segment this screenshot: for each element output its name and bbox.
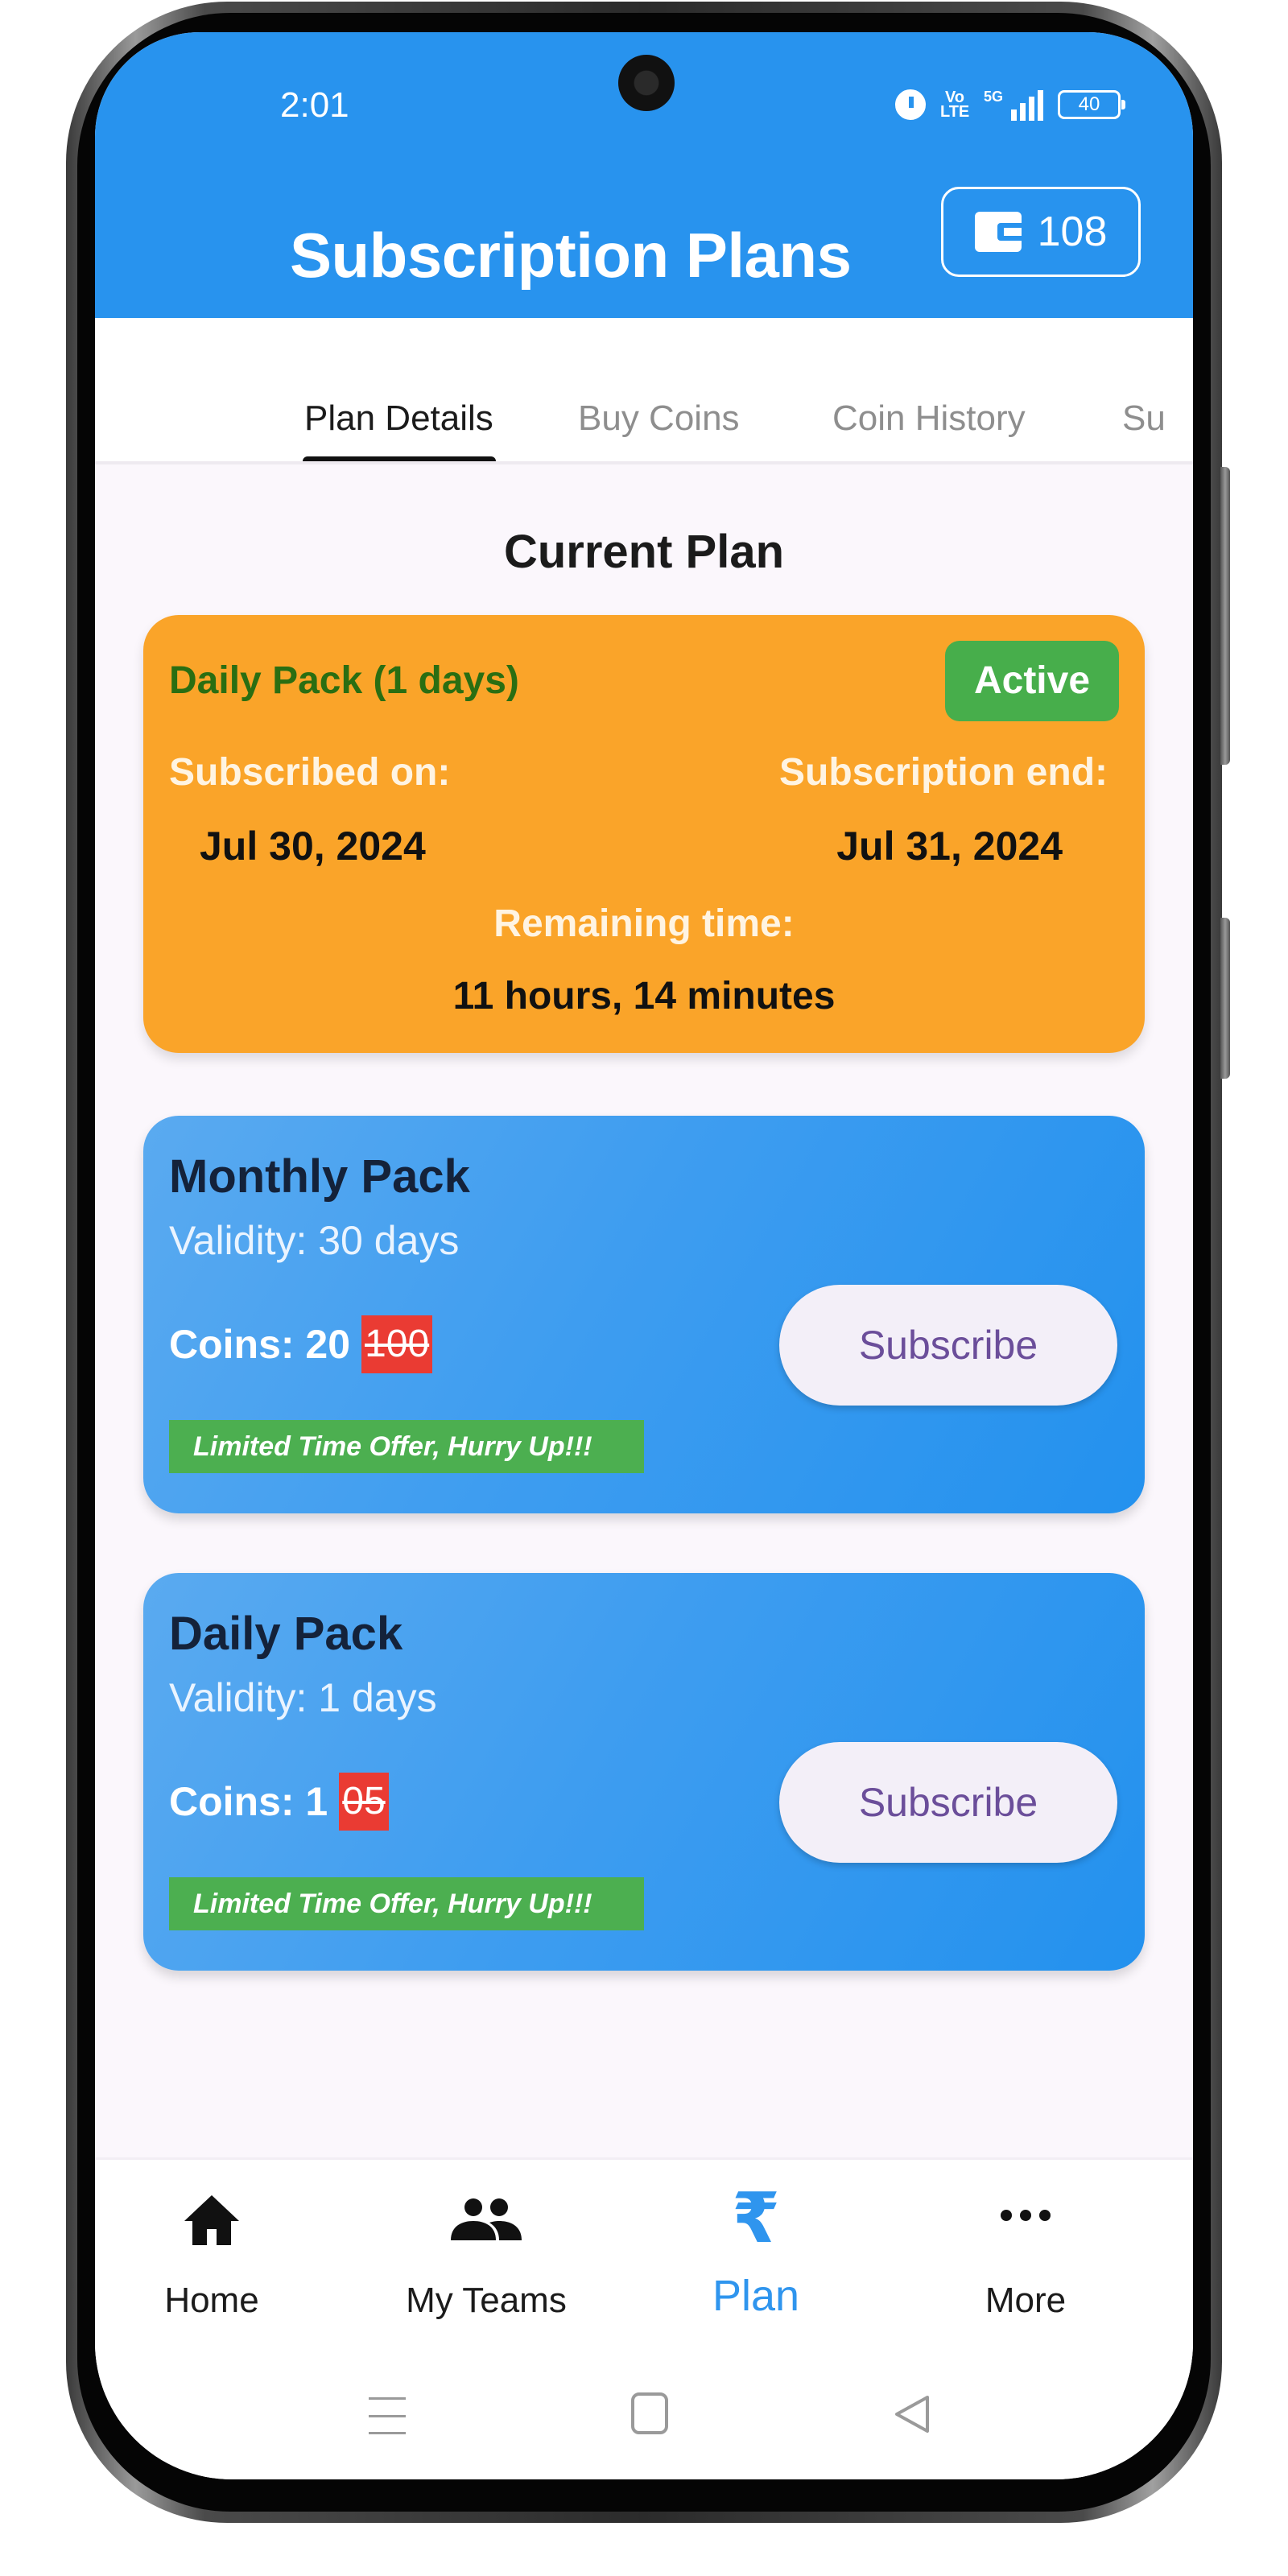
rupee-icon: ₹	[732, 2180, 780, 2257]
plan-old-price: 05	[339, 1773, 389, 1831]
subscribed-on-label: Subscribed on:	[169, 751, 451, 794]
offer-badge: Limited Time Offer, Hurry Up!!!	[169, 1877, 644, 1930]
nav-item-my-teams[interactable]: My Teams	[349, 2160, 623, 2361]
teams-icon	[451, 2198, 522, 2240]
subscription-end-date: Jul 31, 2024	[836, 824, 1063, 869]
app-bar: 2:01 Vo LTE 5G 40 Subscription Plans 108	[95, 32, 1193, 318]
subscribe-button[interactable]: Subscribe	[779, 1742, 1117, 1863]
network-type-label: 5G	[983, 89, 1003, 105]
tab-plan-details[interactable]: Plan Details	[304, 398, 493, 439]
home-button-icon[interactable]	[631, 2392, 668, 2434]
page-title: Subscription Plans	[290, 220, 852, 291]
coin-balance-chip[interactable]: 108	[941, 187, 1141, 277]
power-button	[1220, 918, 1230, 1079]
battery-level: 40	[1078, 93, 1100, 115]
back-icon[interactable]	[892, 2394, 931, 2434]
wallet-icon	[974, 212, 1022, 252]
plan-validity: Validity: 30 days	[169, 1218, 460, 1263]
active-tab-indicator	[303, 456, 496, 461]
nav-label-plan: Plan	[712, 2272, 800, 2320]
volume-button	[1220, 467, 1230, 765]
status-time: 2:01	[280, 85, 349, 125]
volte-icon: Vo LTE	[939, 89, 970, 121]
plan-card-daily: Daily Pack Validity: 1 days Coins: 1 05 …	[143, 1573, 1145, 1971]
plan-validity: Validity: 1 days	[169, 1675, 437, 1720]
tab-subscriptions[interactable]: Su	[1122, 398, 1166, 439]
home-icon	[184, 2195, 239, 2245]
alarm-icon	[894, 89, 926, 120]
more-icon	[1001, 2210, 1051, 2221]
nav-item-home[interactable]: Home	[95, 2160, 349, 2361]
remaining-time-label: Remaining time:	[493, 902, 795, 945]
plan-old-price: 100	[361, 1315, 433, 1373]
tab-coin-history[interactable]: Coin History	[832, 398, 1026, 439]
nav-item-more[interactable]: More	[889, 2160, 1162, 2361]
plan-name: Daily Pack	[169, 1608, 403, 1660]
system-navigation-bar	[95, 2359, 1193, 2479]
plan-coins-label: Coins: 1	[169, 1779, 328, 1824]
bottom-navigation: Home My Teams ₹ Plan More	[95, 2157, 1193, 2359]
plan-name: Monthly Pack	[169, 1150, 470, 1203]
nav-label-home: Home	[164, 2281, 259, 2320]
plan-coins: Coins: 1 05	[169, 1773, 389, 1831]
subscribed-on-date: Jul 30, 2024	[200, 824, 426, 869]
app-screen: 2:01 Vo LTE 5G 40 Subscription Plans 108	[95, 32, 1193, 2479]
current-plan-card: Daily Pack (1 days) Active Subscribed on…	[143, 615, 1145, 1053]
subscription-end-label: Subscription end:	[779, 751, 1108, 794]
coin-balance-value: 108	[1037, 208, 1108, 255]
nav-item-plan[interactable]: ₹ Plan	[619, 2160, 893, 2361]
section-title: Current Plan	[503, 526, 785, 578]
status-badge: Active	[945, 641, 1119, 721]
status-icons: Vo LTE 5G 40	[894, 89, 1125, 121]
tab-buy-coins[interactable]: Buy Coins	[578, 398, 740, 439]
plan-coins-label: Coins: 20	[169, 1322, 351, 1367]
tab-bar: Plan Details Buy Coins Coin History Su	[95, 318, 1193, 464]
nav-label-more: More	[985, 2281, 1067, 2320]
offer-badge: Limited Time Offer, Hurry Up!!!	[169, 1420, 644, 1473]
plan-card-monthly: Monthly Pack Validity: 30 days Coins: 20…	[143, 1116, 1145, 1513]
device-canvas: 2:01 Vo LTE 5G 40 Subscription Plans 108	[0, 0, 1288, 2576]
front-camera	[618, 55, 675, 111]
recent-apps-icon[interactable]	[369, 2397, 406, 2434]
plan-coins: Coins: 20 100	[169, 1315, 433, 1373]
current-plan-name: Daily Pack (1 days)	[169, 659, 519, 702]
remaining-time-value: 11 hours, 14 minutes	[452, 975, 836, 1018]
subscribe-button[interactable]: Subscribe	[779, 1285, 1117, 1406]
nav-label-my-teams: My Teams	[406, 2281, 567, 2320]
signal-icon	[1011, 89, 1043, 121]
battery-icon: 40	[1058, 90, 1125, 119]
